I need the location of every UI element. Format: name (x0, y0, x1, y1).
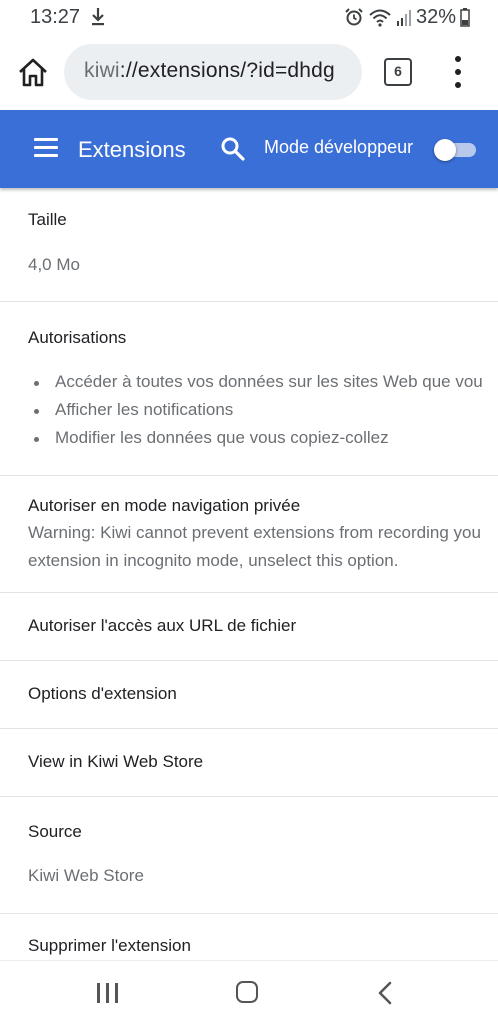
list-item: Accéder à toutes vos données sur les sit… (34, 372, 483, 392)
status-time: 13:27 (30, 6, 81, 28)
home-nav-icon[interactable] (236, 981, 258, 1003)
battery-percent: 32% (415, 5, 456, 28)
permissions-section: Autorisations Accéder à toutes vos donné… (0, 302, 498, 476)
file-urls-row[interactable]: Autoriser l'accès aux URL de fichier (0, 593, 498, 661)
status-bar: 13:27 32% (0, 0, 498, 34)
hamburger-menu-icon[interactable] (34, 138, 58, 158)
view-in-store-row[interactable]: View in Kiwi Web Store (0, 729, 498, 797)
url-path: ://extensions/?id=dhdg (119, 59, 335, 82)
system-nav-bar (0, 960, 498, 1024)
remove-extension-label: Supprimer l'extension (28, 936, 191, 955)
download-icon (92, 8, 104, 26)
home-icon[interactable] (16, 56, 50, 90)
search-icon[interactable] (220, 136, 246, 162)
extensions-header: Extensions Mode développeur (0, 110, 498, 188)
size-value: 4,0 Mo (28, 255, 80, 274)
url-input[interactable]: kiwi://extensions/?id=dhdg (64, 44, 362, 100)
back-icon[interactable] (378, 981, 392, 1005)
view-in-store-label: View in Kiwi Web Store (28, 752, 204, 771)
source-value: Kiwi Web Store (28, 866, 144, 885)
status-icons: 32% (344, 5, 470, 29)
source-label: Source (28, 822, 82, 841)
incognito-section[interactable]: Autoriser en mode navigation privée Warn… (0, 476, 498, 593)
url-scheme: kiwi (84, 59, 120, 82)
size-section: Taille 4,0 Mo (0, 188, 498, 302)
page-title: Extensions (78, 137, 186, 162)
wifi-icon (369, 9, 391, 27)
battery-icon (460, 8, 470, 27)
tab-switcher-button[interactable]: 6 (384, 58, 412, 86)
alarm-icon (345, 8, 363, 26)
toggle-knob (434, 139, 456, 161)
url-text: kiwi://extensions/?id=dhdg (84, 59, 335, 83)
browser-toolbar: kiwi://extensions/?id=dhdg 6 (0, 38, 498, 108)
list-item: Afficher les notifications (34, 400, 233, 420)
size-label: Taille (28, 210, 67, 229)
extension-details: Taille 4,0 Mo Autorisations Accéder à to… (0, 188, 498, 960)
signal-icon (396, 10, 411, 26)
dev-mode-toggle[interactable] (434, 139, 478, 161)
recents-icon[interactable] (97, 983, 119, 1003)
remove-extension-row[interactable]: Supprimer l'extension (0, 914, 498, 960)
file-urls-label: Autoriser l'accès aux URL de fichier (28, 616, 297, 635)
dev-mode-label: Mode développeur (264, 137, 414, 157)
extension-options-row[interactable]: Options d'extension (0, 661, 498, 729)
incognito-warning: Warning: Kiwi cannot prevent extensions … (28, 523, 481, 542)
permissions-label: Autorisations (28, 328, 127, 347)
more-options-icon[interactable] (448, 54, 468, 90)
incognito-label: Autoriser en mode navigation privée (28, 496, 301, 515)
incognito-warning: extension in incognito mode, unselect th… (28, 551, 399, 570)
source-section: Source Kiwi Web Store (0, 797, 498, 914)
extension-options-label: Options d'extension (28, 684, 177, 703)
list-item: Modifier les données que vous copiez-col… (34, 428, 389, 448)
